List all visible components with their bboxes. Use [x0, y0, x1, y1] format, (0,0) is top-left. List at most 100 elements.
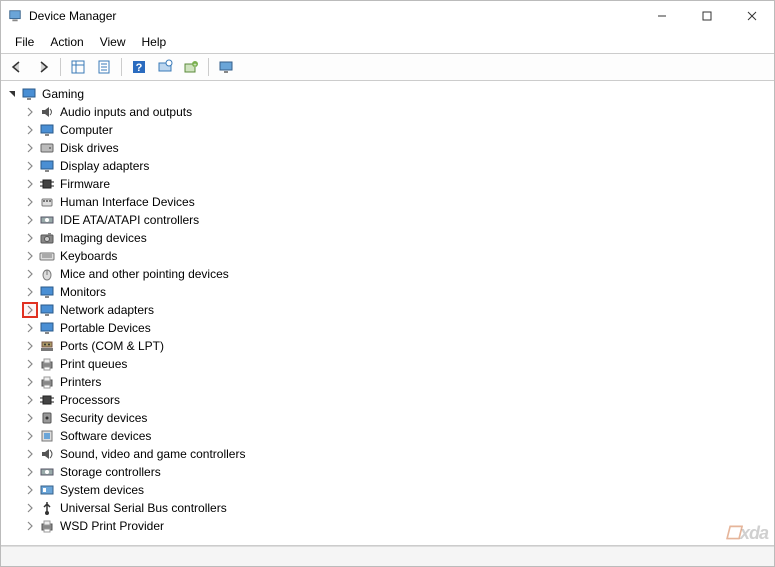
- tree-item[interactable]: Mice and other pointing devices: [5, 265, 770, 283]
- tree-item[interactable]: Display adapters: [5, 157, 770, 175]
- tree-item[interactable]: Network adapters: [5, 301, 770, 319]
- system-icon: [39, 482, 55, 498]
- toolbar-back-icon[interactable]: [5, 56, 29, 78]
- chevron-right-icon[interactable]: [23, 285, 37, 299]
- chevron-right-icon[interactable]: [23, 177, 37, 191]
- tree-item[interactable]: Security devices: [5, 409, 770, 427]
- chevron-right-icon[interactable]: [23, 519, 37, 533]
- chevron-right-icon[interactable]: [23, 267, 37, 281]
- chevron-right-icon[interactable]: [23, 195, 37, 209]
- chevron-right-icon[interactable]: [23, 357, 37, 371]
- tree-item[interactable]: Monitors: [5, 283, 770, 301]
- chevron-down-icon[interactable]: [5, 87, 19, 101]
- chevron-right-icon[interactable]: [23, 141, 37, 155]
- tree-item[interactable]: Human Interface Devices: [5, 193, 770, 211]
- menu-file[interactable]: File: [7, 33, 42, 51]
- statusbar: [1, 546, 774, 566]
- tree-item-label: Computer: [58, 123, 115, 137]
- chevron-right-icon[interactable]: [23, 231, 37, 245]
- toolbar-separator: [121, 58, 122, 76]
- toolbar-add-legacy-icon[interactable]: +: [179, 56, 203, 78]
- chevron-right-icon[interactable]: [23, 429, 37, 443]
- tree-item[interactable]: Software devices: [5, 427, 770, 445]
- tree-item[interactable]: Ports (COM & LPT): [5, 337, 770, 355]
- usb-icon: [39, 500, 55, 516]
- tree-item[interactable]: Audio inputs and outputs: [5, 103, 770, 121]
- computer-icon: [21, 86, 37, 102]
- chevron-right-icon[interactable]: [23, 465, 37, 479]
- tree-item-label: Monitors: [58, 285, 108, 299]
- svg-text:?: ?: [136, 62, 143, 74]
- tree-item-label: Security devices: [58, 411, 149, 425]
- toolbar-show-hide-tree-icon[interactable]: [66, 56, 90, 78]
- chevron-right-icon[interactable]: [23, 105, 37, 119]
- toolbar-monitor-icon[interactable]: [214, 56, 238, 78]
- tree-item-label: Software devices: [58, 429, 153, 443]
- chevron-right-icon[interactable]: [23, 303, 37, 317]
- tree-item-label: Imaging devices: [58, 231, 149, 245]
- chevron-right-icon[interactable]: [23, 213, 37, 227]
- tree-item[interactable]: System devices: [5, 481, 770, 499]
- toolbar-forward-icon[interactable]: [31, 56, 55, 78]
- tree-item[interactable]: Computer: [5, 121, 770, 139]
- tree-item[interactable]: Storage controllers: [5, 463, 770, 481]
- tree-item[interactable]: Keyboards: [5, 247, 770, 265]
- chevron-right-icon[interactable]: [23, 321, 37, 335]
- tree-item-label: Human Interface Devices: [58, 195, 197, 209]
- tree-item[interactable]: IDE ATA/ATAPI controllers: [5, 211, 770, 229]
- chevron-right-icon[interactable]: [23, 123, 37, 137]
- tree-item-label: Universal Serial Bus controllers: [58, 501, 229, 515]
- cpu-icon: [39, 392, 55, 408]
- tree-item-label: System devices: [58, 483, 146, 497]
- menu-action[interactable]: Action: [42, 33, 91, 51]
- tree-item[interactable]: Imaging devices: [5, 229, 770, 247]
- tree-root[interactable]: Gaming: [5, 85, 770, 103]
- display-icon: [39, 158, 55, 174]
- tree-item-label: Network adapters: [58, 303, 156, 317]
- chevron-right-icon[interactable]: [23, 339, 37, 353]
- menu-help[interactable]: Help: [134, 33, 175, 51]
- toolbar-scan-icon[interactable]: [153, 56, 177, 78]
- menu-view[interactable]: View: [92, 33, 134, 51]
- tree-item[interactable]: Print queues: [5, 355, 770, 373]
- toolbar-properties-icon[interactable]: [92, 56, 116, 78]
- app-icon: [7, 8, 23, 24]
- chevron-right-icon[interactable]: [23, 501, 37, 515]
- tree-item[interactable]: Firmware: [5, 175, 770, 193]
- tree-item[interactable]: Disk drives: [5, 139, 770, 157]
- printer-icon: [39, 374, 55, 390]
- tree-item[interactable]: Universal Serial Bus controllers: [5, 499, 770, 517]
- chip-icon: [39, 176, 55, 192]
- tree-item-label: Disk drives: [58, 141, 121, 155]
- toolbar: ?+: [1, 53, 774, 81]
- disk-icon: [39, 140, 55, 156]
- toolbar-help-icon[interactable]: ?: [127, 56, 151, 78]
- tree-item-label: Firmware: [58, 177, 112, 191]
- chevron-right-icon[interactable]: [23, 411, 37, 425]
- tree-item[interactable]: WSD Print Provider: [5, 517, 770, 535]
- tree-item[interactable]: Processors: [5, 391, 770, 409]
- tree-item[interactable]: Printers: [5, 373, 770, 391]
- maximize-button[interactable]: [684, 1, 729, 31]
- tree-root-label: Gaming: [40, 87, 86, 101]
- tree-item-label: Keyboards: [58, 249, 119, 263]
- tree-item-label: Sound, video and game controllers: [58, 447, 247, 461]
- chevron-right-icon[interactable]: [23, 249, 37, 263]
- device-tree[interactable]: Gaming Audio inputs and outputs Computer Di…: [1, 81, 774, 546]
- portable-icon: [39, 320, 55, 336]
- tree-item-label: IDE ATA/ATAPI controllers: [58, 213, 201, 227]
- chevron-right-icon[interactable]: [23, 393, 37, 407]
- tree-item[interactable]: Portable Devices: [5, 319, 770, 337]
- chevron-right-icon[interactable]: [23, 159, 37, 173]
- minimize-button[interactable]: [639, 1, 684, 31]
- chevron-right-icon[interactable]: [23, 375, 37, 389]
- mouse-icon: [39, 266, 55, 282]
- chevron-right-icon[interactable]: [23, 447, 37, 461]
- menubar: File Action View Help: [1, 31, 774, 53]
- tree-item[interactable]: Sound, video and game controllers: [5, 445, 770, 463]
- chevron-right-icon[interactable]: [23, 483, 37, 497]
- tree-item-label: Processors: [58, 393, 122, 407]
- audio-icon: [39, 104, 55, 120]
- close-button[interactable]: [729, 1, 774, 31]
- printer-icon: [39, 356, 55, 372]
